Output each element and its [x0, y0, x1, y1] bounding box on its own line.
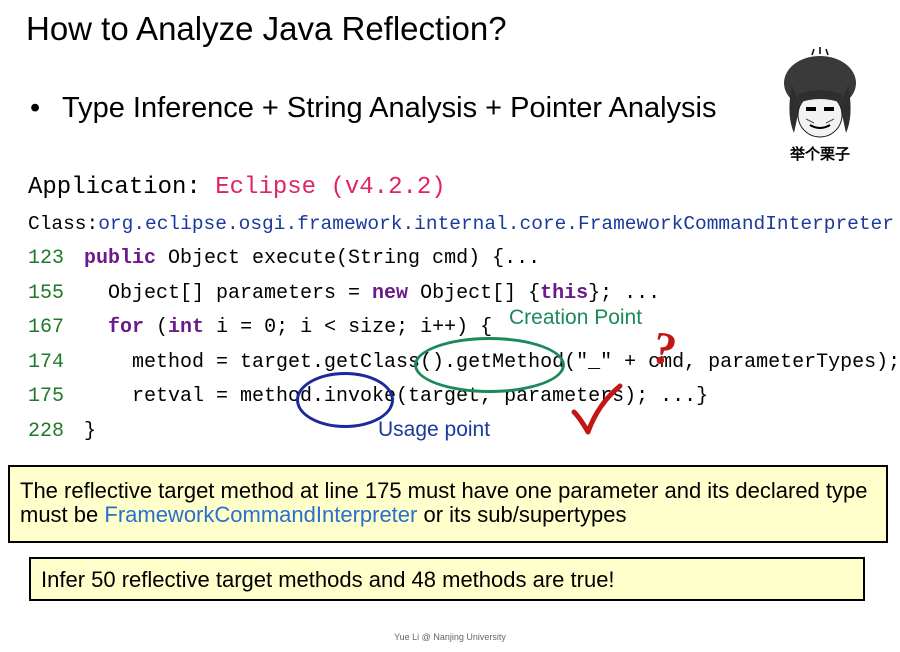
- creation-point-label: Creation Point: [509, 306, 643, 329]
- code-text: i = 0; i < size; i++) {: [204, 316, 493, 339]
- code-keyword: for: [108, 316, 145, 339]
- class-value: org.eclipse.osgi.framework.internal.core…: [98, 213, 894, 235]
- meme-caption: 举个栗子: [789, 145, 850, 163]
- line-number: 174: [28, 351, 65, 374]
- note-highlight: FrameworkCommandInterpreter: [104, 502, 418, 527]
- code-line-155: 155 Object[] parameters = new Object[] {…: [28, 282, 660, 305]
- bullet-point: • Type Inference + String Analysis + Poin…: [30, 92, 716, 125]
- creation-point-ellipse: [414, 337, 565, 393]
- footer-credit: Yue Li @ Nanjing University: [394, 632, 506, 642]
- line-number: 155: [28, 282, 65, 305]
- code-line-123: 123 public Object execute(String cmd) {..…: [28, 247, 540, 270]
- class-label: Class:: [28, 213, 99, 235]
- result-note-box: Infer 50 reflective target methods and 4…: [29, 557, 865, 601]
- application-value: Eclipse (v4.2.2): [215, 174, 446, 201]
- class-line: Class:org.eclipse.osgi.framework.interna…: [28, 213, 894, 235]
- application-label: Application:: [28, 174, 216, 201]
- code-text: Object[] {: [408, 282, 541, 305]
- code-line-167: 167 for (int i = 0; i < size; i++) {: [28, 316, 492, 339]
- code-text: Object[] parameters =: [84, 282, 373, 305]
- application-line: Application: Eclipse (v4.2.2): [28, 174, 446, 201]
- code-text: Object execute(String cmd) {...: [156, 247, 541, 270]
- note-text: or its sub/supertypes: [417, 502, 627, 527]
- code-keyword: int: [168, 316, 205, 339]
- code-line-228: 228}: [28, 420, 96, 443]
- slide-title: How to Analyze Java Reflection?: [26, 10, 507, 47]
- bullet-text: Type Inference + String Analysis + Point…: [62, 92, 717, 124]
- bullet-marker: •: [30, 92, 41, 124]
- code-text: }: [84, 420, 97, 443]
- code-keyword: new: [372, 282, 409, 305]
- usage-point-label: Usage point: [378, 418, 491, 441]
- code-text: (: [144, 316, 169, 339]
- code-keyword: this: [540, 282, 589, 305]
- line-number: 175: [28, 385, 65, 408]
- code-keyword: public: [84, 247, 157, 270]
- code-text: }; ...: [588, 282, 661, 305]
- line-number: 123: [28, 247, 65, 270]
- line-number: 228: [28, 420, 65, 443]
- red-checkmark-icon: [571, 383, 623, 435]
- line-number: 167: [28, 316, 65, 339]
- constraint-note-box: The reflective target method at line 175…: [8, 465, 888, 543]
